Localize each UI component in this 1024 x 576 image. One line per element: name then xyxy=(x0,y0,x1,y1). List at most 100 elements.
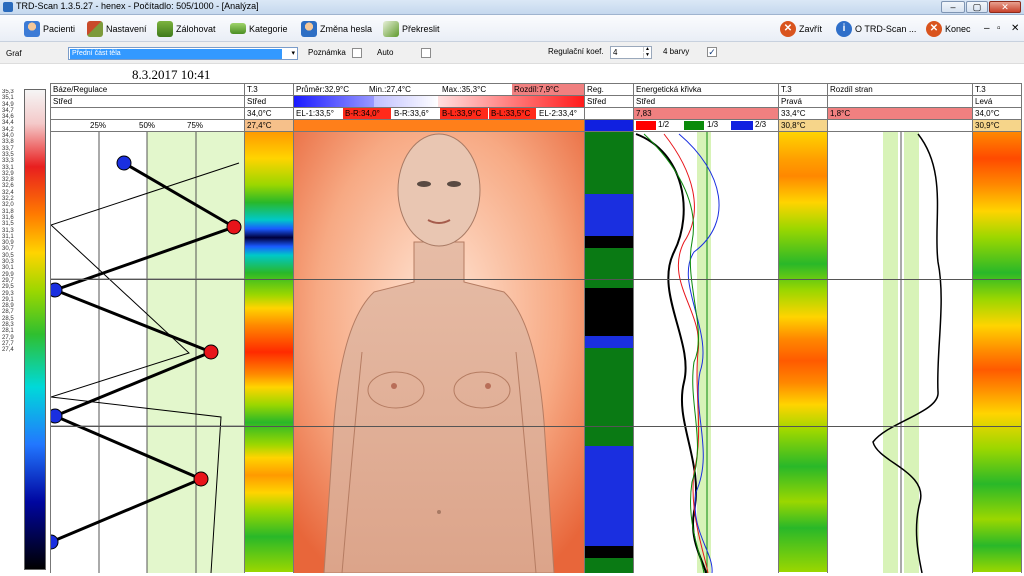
regulation-point-red xyxy=(203,344,219,360)
app-icon xyxy=(3,2,13,12)
t3-left-title: T.3 xyxy=(975,85,986,94)
toolbar-prekreslit-label: Překreslit xyxy=(402,23,440,34)
reg-segment xyxy=(585,236,633,248)
t3-right-thermo-strip xyxy=(779,132,827,572)
t3-mid-thermo-strip xyxy=(245,132,293,572)
legend-green-swatch xyxy=(684,121,704,130)
exam-datetime: 8.3.2017 10:41 xyxy=(132,67,211,82)
col-line-8 xyxy=(1021,83,1022,573)
legend-label-2: 1/3 xyxy=(707,120,719,129)
main-toolbar: Pacienti Nastavení Zálohovat Kategorie Z… xyxy=(0,15,1024,42)
reg-segment xyxy=(585,132,633,194)
legend-red-swatch xyxy=(636,121,656,130)
reg-koef-stepper[interactable]: 4 ▲ ▼ xyxy=(610,46,652,59)
stat-min: Min.:27,4°C xyxy=(369,85,411,94)
mdi-restore-button[interactable]: ▫ xyxy=(997,23,1001,34)
stepper-down-icon[interactable]: ▼ xyxy=(643,53,651,58)
t3-left-sub: Levá xyxy=(975,97,993,106)
stat-prumer: Průměr:32,9°C xyxy=(296,85,349,94)
body-head xyxy=(397,133,481,247)
regulation-point-blue xyxy=(51,408,63,424)
barvy-checkbox[interactable]: ✓ xyxy=(707,47,717,57)
toolbar-zavrit-button[interactable]: ✕ Zavřít xyxy=(780,19,822,38)
reg-segment xyxy=(585,348,633,446)
reg-segment xyxy=(585,336,633,348)
energy-sub: Střed xyxy=(636,97,656,106)
base-panel-subtitle: Střed xyxy=(53,97,73,106)
body-hgrid-2 xyxy=(51,426,1021,427)
toolbar-zmena-hesla-button[interactable]: Změna hesla xyxy=(301,19,372,38)
regulation-point-red xyxy=(226,219,242,235)
base-panel-title: Báze/Regulace xyxy=(53,85,108,94)
auto-label: Auto xyxy=(377,48,394,57)
toolbar-kategorie-button[interactable]: Kategorie xyxy=(230,19,288,38)
reg-title: Reg. xyxy=(587,85,604,94)
toolbar-about-label: O TRD-Scan ... xyxy=(855,23,917,34)
info-icon: i xyxy=(836,20,852,37)
settings-icon xyxy=(87,20,103,37)
side-difference-chart xyxy=(872,132,942,573)
toolbar-nastaveni-button[interactable]: Nastavení xyxy=(87,19,147,38)
toolbar-about-button[interactable]: i O TRD-Scan ... xyxy=(836,19,916,38)
regulation-point-blue xyxy=(51,534,59,550)
minimize-button[interactable]: – xyxy=(941,1,965,13)
mdi-close-button[interactable]: ✕ xyxy=(1011,23,1019,34)
gradient-cold-bar xyxy=(294,96,374,107)
maximize-button[interactable]: ▢ xyxy=(966,1,988,13)
t3-left-v1: 34,0°C xyxy=(975,109,1000,118)
mdi-minimize-button[interactable]: – xyxy=(984,23,990,34)
body-right-nipple xyxy=(485,383,491,389)
window-close-button[interactable]: ✕ xyxy=(989,1,1021,13)
category-icon xyxy=(230,23,246,34)
reg-koef-label: Regulační koef. xyxy=(548,47,604,56)
stat-cell-0: EL-1:33,5° xyxy=(294,108,342,119)
body-front-image xyxy=(294,132,584,573)
t3-mid-title: T.3 xyxy=(247,85,258,94)
regulation-point-red xyxy=(193,471,209,487)
legend-label-1: 1/2 xyxy=(658,120,670,129)
password-icon xyxy=(301,20,317,37)
reg-segment xyxy=(585,446,633,546)
stat-orange-bar xyxy=(294,120,584,131)
body-right-eye xyxy=(447,181,461,187)
t3-mid-v2: 27,4°C xyxy=(245,120,293,131)
backup-icon xyxy=(157,20,173,37)
regulation-point-blue xyxy=(116,155,132,171)
t3-mid-sub: Střed xyxy=(247,97,267,106)
reg-segment xyxy=(585,288,633,336)
patients-icon xyxy=(24,20,40,37)
reg-segment xyxy=(585,248,633,288)
gradient-mid-bar xyxy=(374,96,438,107)
t3-mid-v1: 34,0°C xyxy=(247,109,272,118)
t3-right-v1: 33,4°C xyxy=(781,109,806,118)
auto-checkbox[interactable] xyxy=(421,48,431,58)
toolbar-konec-label: Konec xyxy=(945,23,971,34)
temperature-scale-ticks: 35,3 35,1 34,9 34,7 34,6 34,4 34,2 34,0 33,8 33,7… xyxy=(2,89,24,570)
diff-green-band-2 xyxy=(904,132,919,573)
reg-sub: Střed xyxy=(587,97,607,106)
graf-select-value: Přední část těla xyxy=(70,49,282,59)
barvy-label: 4 barvy xyxy=(663,47,690,56)
energy-value: 7,83 xyxy=(634,108,778,119)
t3-right-v2: 30,8°C xyxy=(779,120,827,131)
toolbar-pacienti-button[interactable]: Pacienti xyxy=(24,19,75,38)
t3-right-sub: Pravá xyxy=(781,97,802,106)
legend-label-3: 2/3 xyxy=(755,120,767,129)
gradient-hot-bar xyxy=(438,96,584,107)
body-left-nipple xyxy=(391,383,397,389)
body-left-eye xyxy=(417,181,431,187)
reg-color-cell xyxy=(585,120,633,131)
stat-cell-4: B-L:33,5°C xyxy=(489,108,536,119)
toolbar-konec-button[interactable]: ✕ Konec xyxy=(926,19,971,38)
regulation-point-blue xyxy=(51,282,63,298)
poznamka-checkbox[interactable] xyxy=(352,48,362,58)
toolbar-zalohovat-button[interactable]: Zálohovat xyxy=(157,19,216,38)
chevron-down-icon[interactable]: ▾ xyxy=(291,48,295,60)
t3-left-thermo-strip xyxy=(973,132,1021,572)
t3-left-v2: 30,9°C xyxy=(973,120,1021,131)
poznamka-label: Poznámka xyxy=(308,48,346,57)
graf-select[interactable]: Přední část těla ▾ xyxy=(68,47,298,60)
energy-curve-chart xyxy=(635,132,720,573)
rozdil-stran-value: 1,8°C xyxy=(828,108,972,119)
toolbar-prekreslit-button[interactable]: Překreslit xyxy=(383,19,440,38)
